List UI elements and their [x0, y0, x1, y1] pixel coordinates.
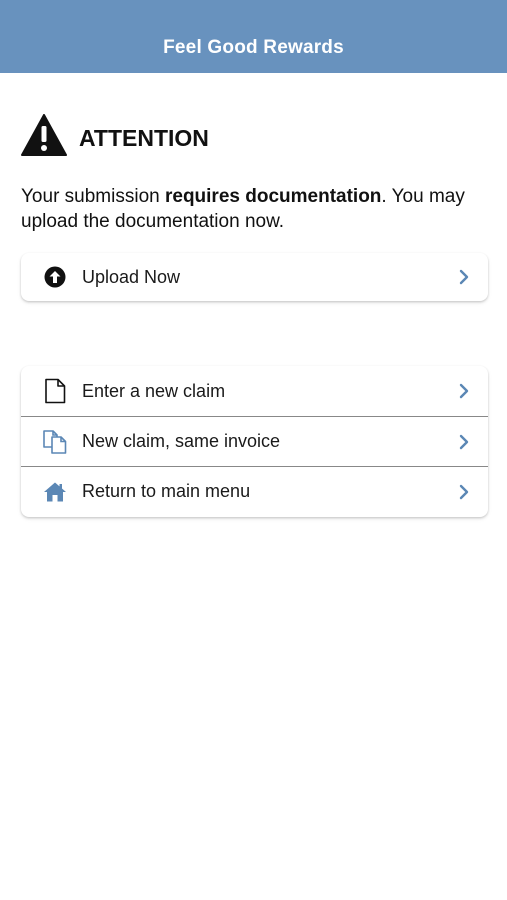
upload-now-label: Upload Now: [82, 266, 181, 287]
attention-label: ATTENTION: [79, 124, 209, 151]
home-icon: [42, 479, 68, 505]
chevron-right-icon: [459, 434, 469, 449]
document-icon: [42, 378, 68, 404]
documentation-message: Your submission requires documentation. …: [21, 184, 491, 234]
message-text-bold: requires documentation: [164, 186, 382, 207]
upload-card: Upload Now: [21, 253, 488, 301]
new-claim-same-invoice-button[interactable]: New claim, same invoice: [21, 416, 488, 466]
chevron-right-icon: [459, 269, 469, 285]
claim-menu-card: Enter a new claim New claim, same invoic…: [21, 366, 488, 517]
upload-circle-icon: [42, 264, 68, 290]
attention-heading: ATTENTION: [21, 114, 209, 156]
app-header: Feel Good Rewards: [0, 0, 507, 73]
enter-new-claim-button[interactable]: Enter a new claim: [21, 366, 488, 416]
enter-new-claim-label: Enter a new claim: [82, 380, 226, 401]
chevron-right-icon: [459, 383, 469, 399]
new-claim-same-invoice-label: New claim, same invoice: [82, 431, 281, 451]
copy-documents-icon: [42, 429, 68, 455]
warning-triangle-icon: [21, 114, 67, 156]
return-main-menu-label: Return to main menu: [82, 481, 251, 501]
return-main-menu-button[interactable]: Return to main menu: [21, 466, 488, 516]
message-text-before: Your submission: [21, 186, 165, 207]
app-title: Feel Good Rewards: [163, 37, 344, 58]
upload-now-button[interactable]: Upload Now: [21, 253, 488, 301]
chevron-right-icon: [459, 484, 469, 499]
